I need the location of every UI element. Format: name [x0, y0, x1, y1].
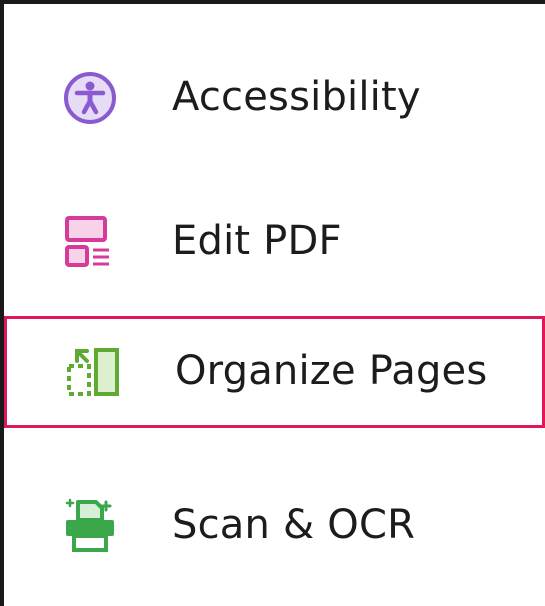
menu-item-label: Accessibility [172, 74, 421, 121]
menu-item-label: Edit PDF [172, 218, 342, 265]
menu-item-accessibility[interactable]: Accessibility [4, 56, 545, 140]
organize-pages-icon [65, 344, 121, 400]
menu-item-organize-pages[interactable]: Organize Pages [4, 316, 545, 428]
menu-item-label: Scan & OCR [172, 502, 416, 549]
scan-ocr-icon [62, 498, 118, 554]
menu-item-edit-pdf[interactable]: Edit PDF [4, 200, 545, 284]
tools-menu-panel: Accessibility Edit PDF Organize Pages Sc… [0, 0, 545, 606]
menu-item-scan-ocr[interactable]: Scan & OCR [4, 484, 545, 568]
menu-item-label: Organize Pages [175, 348, 488, 395]
accessibility-icon [62, 70, 118, 126]
edit-pdf-icon [62, 214, 118, 270]
